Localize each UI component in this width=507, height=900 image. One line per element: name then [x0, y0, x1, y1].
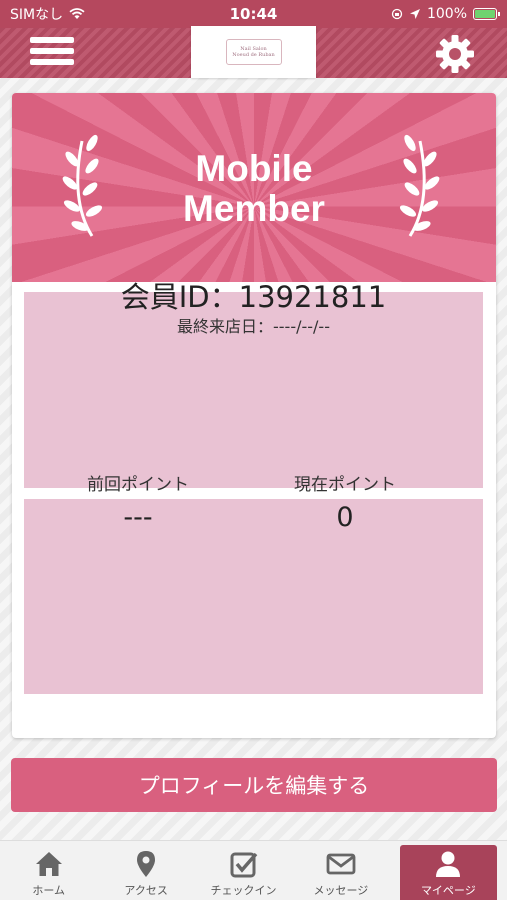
laurel-right-icon — [399, 134, 440, 237]
app-header: Nail Salon Noeud de Ruban — [0, 26, 507, 78]
logo[interactable]: Nail Salon Noeud de Ruban — [191, 26, 316, 78]
home-icon — [35, 852, 62, 876]
wifi-icon — [69, 8, 85, 19]
location-arrow-icon — [409, 9, 420, 19]
battery-percent: 100% — [426, 6, 467, 22]
tab-message[interactable]: メッセージ — [292, 841, 389, 900]
menu-button[interactable] — [30, 37, 74, 71]
tab-checkin[interactable]: チェックイン — [195, 841, 292, 900]
current-points-label: 現在ポイント — [294, 475, 396, 495]
tab-mypage[interactable]: マイページ — [399, 845, 498, 900]
status-bar: SIMなし 10:44 100% — [0, 0, 507, 28]
member-id: 会員ID：13921811 — [120, 280, 387, 314]
tab-message-label: メッセージ — [313, 884, 369, 897]
tab-access-label: アクセス — [124, 884, 168, 897]
tab-home-label: ホーム — [32, 884, 66, 897]
tab-mypage-label: マイページ — [420, 884, 476, 897]
mobile-member-banner: Mobile Member — [12, 93, 496, 282]
hamburger-icon — [30, 37, 74, 43]
battery-icon — [473, 8, 500, 20]
logo-mark: Nail Salon Noeud de Ruban — [225, 39, 282, 65]
checkin-icon — [230, 852, 257, 878]
edit-profile-button[interactable]: プロフィールを編集する — [11, 758, 497, 812]
mail-icon — [326, 853, 356, 875]
tab-home[interactable]: ホーム — [0, 841, 97, 900]
logo-line2: Noeud de Ruban — [232, 52, 275, 58]
map-pin-icon — [137, 851, 156, 877]
bottom-tab-bar: ホーム アクセス チェックイン メッセージ マイページ — [0, 840, 507, 900]
member-card: Mobile Member — [12, 93, 496, 738]
current-points-value: 0 — [336, 502, 354, 533]
previous-points-label: 前回ポイント — [87, 475, 189, 495]
hamburger-bar — [30, 48, 74, 54]
user-icon — [436, 851, 461, 877]
tab-access[interactable]: アクセス — [97, 841, 194, 900]
lock-rotation-icon — [391, 8, 403, 20]
previous-points-value: --- — [123, 502, 153, 533]
hamburger-bar — [30, 59, 74, 65]
carrier-label: SIMなし — [10, 7, 64, 23]
tab-checkin-label: チェックイン — [210, 884, 277, 897]
settings-gear-icon[interactable] — [434, 33, 476, 75]
last-visit-date: 最終来店日：----/--/-- — [177, 317, 330, 336]
